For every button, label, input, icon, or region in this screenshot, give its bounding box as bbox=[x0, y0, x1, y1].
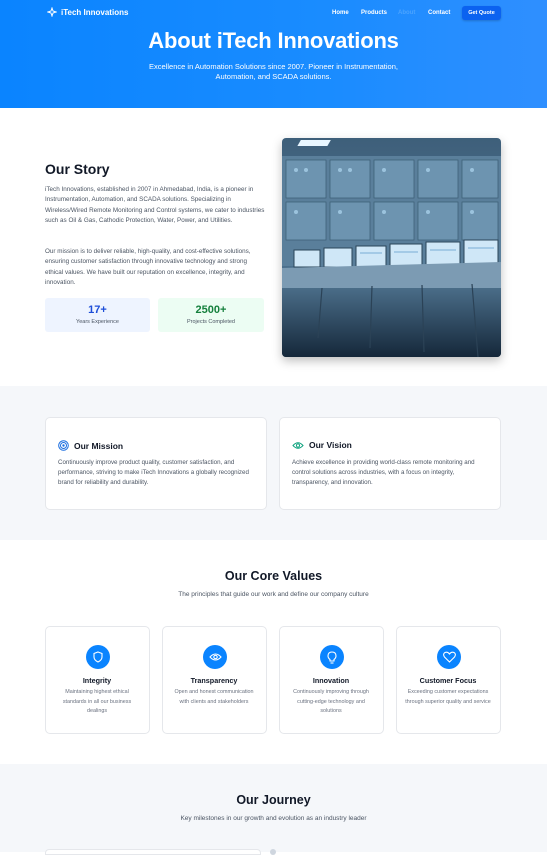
value-description: Exceeding customer expectations through … bbox=[405, 689, 491, 705]
nav-link-about[interactable]: About bbox=[398, 10, 415, 16]
mission-title: Our Mission bbox=[74, 440, 124, 451]
heart-icon bbox=[437, 645, 461, 669]
stat-label: Projects Completed bbox=[187, 319, 235, 325]
timeline-dot bbox=[270, 849, 276, 855]
value-description: Maintaining highest ethical standards in… bbox=[62, 689, 132, 715]
mission-card: Our Mission Continuously improve product… bbox=[45, 417, 267, 510]
stat-value: 2500+ bbox=[195, 304, 227, 316]
stat-years-experience: 17+ Years Experience bbox=[45, 298, 150, 332]
value-title: Integrity bbox=[82, 676, 112, 685]
value-title: Innovation bbox=[312, 676, 350, 685]
value-card-integrity: Integrity Maintaining highest ethical st… bbox=[45, 626, 150, 734]
page-title: About iTech Innovations bbox=[148, 28, 399, 53]
stat-label: Years Experience bbox=[76, 319, 119, 325]
control-room-illustration bbox=[282, 138, 501, 357]
vision-title: Our Vision bbox=[309, 440, 352, 450]
story-paragraph-2: Our mission is to deliver reliable, high… bbox=[45, 248, 251, 286]
value-card-transparency: Transparency Open and honest communicati… bbox=[162, 626, 267, 734]
hero-banner: iTech Innovations Home Products About Co… bbox=[0, 0, 547, 108]
stat-projects-completed: 2500+ Projects Completed bbox=[158, 298, 264, 332]
journey-subtitle: Key milestones in our growth and evoluti… bbox=[180, 815, 367, 822]
value-description: Continuously improving through cutting-e… bbox=[293, 689, 369, 715]
get-quote-button[interactable]: Get Quote bbox=[462, 6, 501, 20]
nav-link-contact[interactable]: Contact bbox=[428, 10, 450, 16]
journey-section bbox=[0, 764, 547, 852]
values-heading: Our Core Values bbox=[224, 569, 323, 583]
value-card-customer-focus: Customer Focus Exceeding customer expect… bbox=[396, 626, 501, 734]
target-icon bbox=[58, 440, 69, 451]
eye-icon bbox=[203, 645, 227, 669]
site-logo[interactable]: iTech Innovations bbox=[47, 7, 128, 17]
shield-icon bbox=[86, 645, 110, 669]
timeline-card bbox=[45, 849, 261, 855]
eye-icon bbox=[292, 441, 304, 449]
nav-link-home[interactable]: Home bbox=[332, 10, 349, 16]
vision-text: Achieve excellence in providing world-cl… bbox=[292, 459, 475, 487]
stat-value: 17+ bbox=[88, 304, 107, 316]
story-paragraph-1: iTech Innovations, established in 2007 i… bbox=[45, 186, 265, 224]
control-room-image bbox=[282, 138, 501, 357]
values-subtitle: The principles that guide our work and d… bbox=[178, 591, 369, 598]
hero-subtitle: Excellence in Automation Solutions since… bbox=[149, 62, 398, 81]
mission-text: Continuously improve product quality, cu… bbox=[58, 459, 249, 487]
logo-icon bbox=[47, 7, 57, 17]
nav-link-products[interactable]: Products bbox=[361, 10, 387, 16]
value-title: Transparency bbox=[190, 676, 238, 685]
logo-text: iTech Innovations bbox=[61, 7, 129, 17]
value-description: Open and honest communication with clien… bbox=[174, 689, 254, 705]
value-card-innovation: Innovation Continuously improving throug… bbox=[279, 626, 384, 734]
lightbulb-icon bbox=[320, 645, 344, 669]
vision-card: Our Vision Achieve excellence in providi… bbox=[279, 417, 501, 510]
journey-heading: Our Journey bbox=[236, 793, 311, 807]
story-heading: Our Story bbox=[45, 161, 110, 177]
value-title: Customer Focus bbox=[419, 676, 477, 685]
